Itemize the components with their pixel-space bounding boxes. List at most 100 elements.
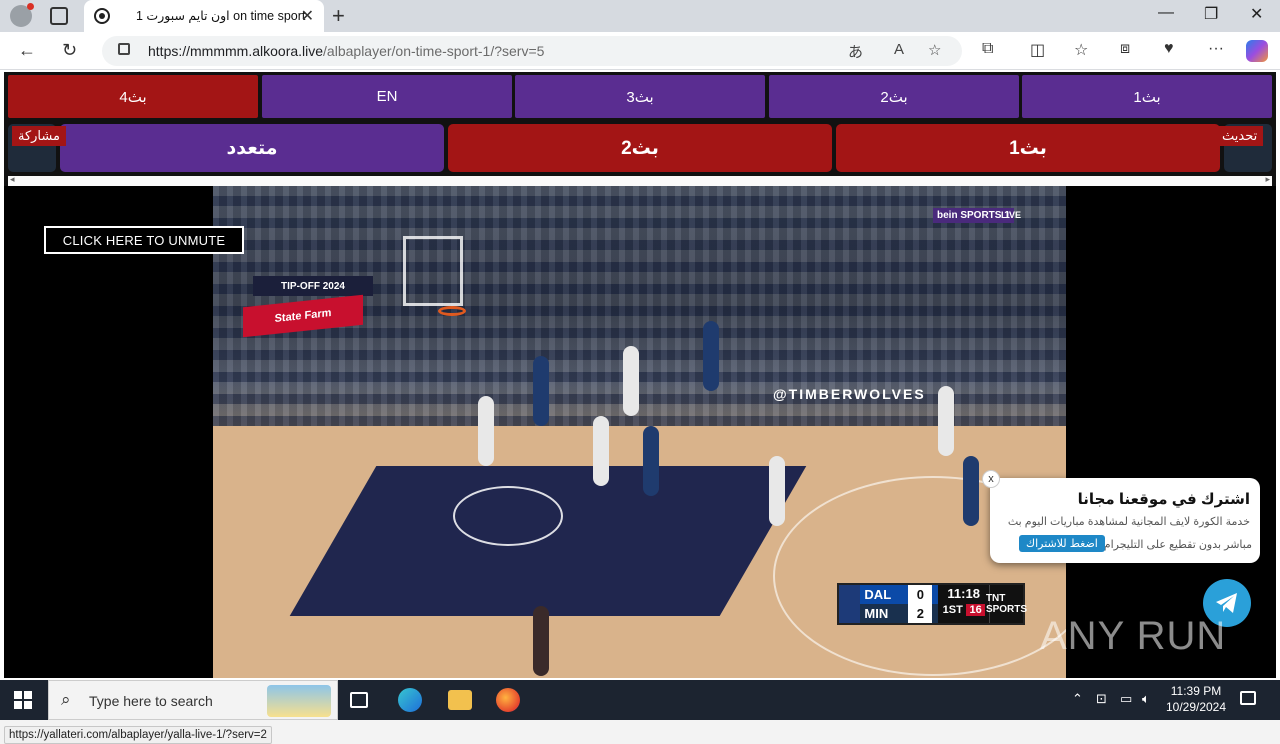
tnt-logo: TNT SPORTS: [986, 585, 1027, 623]
tab-title: اون تايم سبورت 1 on time sport: [136, 9, 306, 23]
shot-clock: 16: [966, 604, 985, 616]
court-paint: [289, 466, 807, 616]
share-label[interactable]: مشاركة: [12, 126, 66, 146]
tray-device-icon[interactable]: ⊡: [1096, 691, 1107, 707]
player-figure: [643, 426, 659, 496]
anyrun-watermark: ANY RUN: [1040, 614, 1227, 658]
task-view-icon[interactable]: [350, 692, 368, 708]
windows-start-icon[interactable]: [14, 691, 32, 709]
player-figure: [593, 416, 609, 486]
stream-button-1[interactable]: بث1: [836, 124, 1220, 172]
back-icon[interactable]: ←: [18, 40, 36, 61]
taskbar-clock[interactable]: 11:39 PM 10/29/2024: [1160, 683, 1232, 715]
performance-icon[interactable]: ♥: [1164, 40, 1174, 58]
extensions-icon[interactable]: ⧉: [982, 40, 993, 58]
court-circle: [453, 486, 563, 546]
referee-figure: [533, 606, 549, 676]
player-figure: [938, 386, 954, 456]
server-button-1[interactable]: بث1: [1022, 75, 1272, 118]
notification-icon[interactable]: [1240, 691, 1256, 705]
lock-icon[interactable]: [118, 43, 130, 55]
server-button-en[interactable]: EN: [262, 75, 512, 118]
player-figure: [703, 321, 719, 391]
popup-close-button[interactable]: x: [982, 470, 1000, 488]
server-tabs: بث4 EN بث3 بث2 بث1: [8, 75, 1272, 118]
page-content: بث4 EN بث3 بث2 بث1 متعدد بث2 بث1 مشاركة …: [0, 70, 1280, 744]
refresh-label[interactable]: تحديث: [1216, 126, 1264, 146]
scroll-left-icon[interactable]: ◂: [10, 174, 15, 185]
quarter: 1ST: [942, 604, 963, 616]
team-row-home: MIN 2: [860, 604, 939, 623]
team-abbr: DAL: [864, 587, 892, 602]
scroll-right-icon[interactable]: ▸: [1265, 174, 1270, 185]
backboard: [403, 236, 463, 306]
collections-icon[interactable]: ⧈: [1120, 40, 1130, 58]
team-abbr: MIN: [864, 606, 889, 621]
player-frame: بث4 EN بث3 بث2 بث1 متعدد بث2 بث1 مشاركة …: [4, 72, 1276, 678]
stream-button-multi[interactable]: متعدد: [60, 124, 444, 172]
status-bar-url: https://yallateri.com/albaplayer/yalla-l…: [4, 726, 272, 744]
taskbar-search[interactable]: ⌕ Type here to search: [48, 680, 338, 720]
split-screen-icon[interactable]: ◫: [1030, 40, 1045, 60]
stream-button-2[interactable]: بث2: [448, 124, 832, 172]
live-label: LIVE: [1001, 210, 1022, 220]
read-aloud-icon[interactable]: A: [894, 41, 904, 58]
close-tab-icon[interactable]: ✕: [301, 6, 314, 26]
popup-description: خدمة الكورة لايف المجانية لمشاهدة مباريا…: [1007, 516, 1250, 528]
favorites-icon[interactable]: ☆: [1074, 40, 1088, 60]
address-bar[interactable]: https://mmmmm.alkoora.live/albaplayer/on…: [102, 36, 962, 66]
subscribe-button[interactable]: اضغط للاشتراك: [1019, 535, 1105, 552]
taskbar: ⌕ Type here to search ⌃ ⊡ ▭ 🔈︎ 11:39 PM …: [0, 680, 1280, 720]
clock-time: 11:39 PM: [1170, 684, 1222, 698]
firefox-icon[interactable]: [496, 688, 520, 712]
telegram-icon: [1216, 593, 1237, 613]
translate-icon[interactable]: あ: [848, 41, 863, 62]
clock-date: 10/29/2024: [1165, 700, 1227, 714]
player-figure: [533, 356, 549, 426]
hoop: [438, 306, 466, 316]
more-menu-icon[interactable]: ···: [1208, 40, 1224, 58]
team-score: 2: [908, 604, 933, 623]
window-close-icon[interactable]: ✕: [1250, 4, 1263, 24]
address-bar-row: ← ↻ https://mmmmm.alkoora.live/albaplaye…: [0, 32, 1280, 70]
tipoff-board: TIP-OFF 2024: [253, 276, 373, 296]
player-figure: [478, 396, 494, 466]
unmute-button[interactable]: CLICK HERE TO UNMUTE: [44, 226, 244, 254]
game-clock: 11:18: [947, 586, 980, 601]
popup-description-2: مباشر بدون تقطيع على التليجرام: [1103, 539, 1252, 551]
new-tab-icon[interactable]: +: [332, 3, 345, 29]
edge-icon[interactable]: [398, 688, 422, 712]
volume-icon[interactable]: 🔈︎: [1142, 691, 1150, 707]
network-icon[interactable]: ▭: [1120, 691, 1132, 707]
tab-strip: اون تايم سبورت 1 on time sport ✕ + — ❐ ✕: [0, 0, 1280, 32]
reload-icon[interactable]: ↻: [62, 40, 77, 61]
player-figure: [769, 456, 785, 526]
popup-title: اشترك في موقعنا مجانا: [1077, 491, 1250, 508]
minimize-icon[interactable]: —: [1158, 4, 1174, 22]
server-button-4[interactable]: بث4: [8, 75, 258, 118]
tab-actions-icon[interactable]: [50, 7, 68, 25]
player-figure: [963, 456, 979, 526]
video-frame[interactable]: TIP-OFF 2024 State Farm @TIMBERWOLVES be…: [213, 186, 1066, 678]
file-explorer-icon[interactable]: [448, 690, 472, 710]
favorite-star-icon[interactable]: ☆: [928, 41, 941, 59]
search-highlight-image: [267, 685, 331, 717]
video-player[interactable]: TIP-OFF 2024 State Farm @TIMBERWOLVES be…: [4, 186, 1276, 678]
stream-buttons: متعدد بث2 بث1 مشاركة تحديث: [8, 124, 1272, 172]
horizontal-scrollbar[interactable]: ◂ ▸: [8, 174, 1272, 186]
url-text[interactable]: https://mmmmm.alkoora.live/albaplayer/on…: [148, 43, 544, 59]
search-placeholder: Type here to search: [89, 693, 213, 709]
profile-icon[interactable]: [10, 3, 34, 27]
browser-tab[interactable]: اون تايم سبورت 1 on time sport ✕: [84, 0, 324, 32]
subscribe-popup: x اشترك في موقعنا مجانا خدمة الكورة لايف…: [982, 470, 1260, 563]
search-icon: ⌕: [61, 690, 71, 709]
team-score: 0: [908, 585, 933, 604]
tray-chevron-icon[interactable]: ⌃: [1072, 691, 1083, 707]
restore-icon[interactable]: ❐: [1204, 4, 1218, 24]
player-figure: [623, 346, 639, 416]
soccer-ball-icon: [94, 8, 110, 24]
server-button-2[interactable]: بث2: [769, 75, 1019, 118]
copilot-icon[interactable]: [1246, 40, 1268, 62]
server-button-3[interactable]: بث3: [515, 75, 765, 118]
team-row-away: DAL 0: [860, 585, 939, 604]
